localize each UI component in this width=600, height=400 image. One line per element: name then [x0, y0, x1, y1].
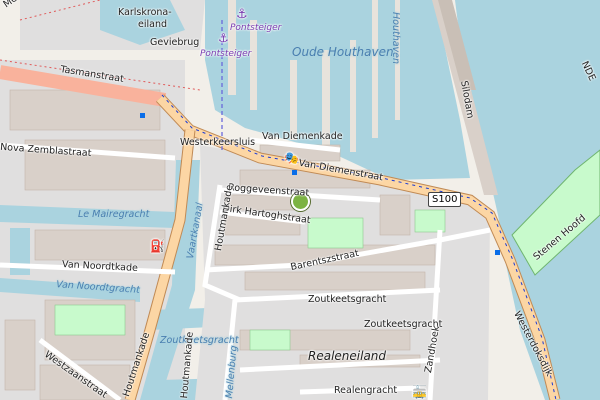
label-westerkeersluis: Westerkeersluis — [180, 137, 256, 148]
label-houthaven: Houthaven — [390, 12, 401, 65]
label-geviebrug: Geviebrug — [150, 37, 200, 48]
label-zoutkeetsgracht-canal: Zoutkeetsgracht — [160, 335, 239, 346]
map-canvas[interactable]: ⚓ ⚓ 🎭 ⛽ 🚋 S100 Meme Karlskrona- eiland G… — [0, 0, 600, 400]
label-karlskrona: Karlskrona- — [118, 7, 172, 18]
label-realeneiland: Realeneiland — [308, 349, 387, 363]
fuel-icon[interactable]: ⛽ — [150, 240, 165, 252]
theatre-icon[interactable]: 🎭 — [284, 152, 299, 164]
label-oude-houthaven: Oude Houthaven — [292, 45, 394, 59]
label-van-diemenkade: Van Diemenkade — [262, 131, 343, 142]
label-le-mairegracht: Le Mairegracht — [78, 209, 150, 220]
label-pontsteiger: Pontsteiger — [200, 49, 252, 59]
ferry-anchor-icon[interactable]: ⚓ — [236, 8, 248, 21]
label-zoutkeetsgracht-street: Zoutkeetsgracht — [308, 294, 387, 305]
label-realengracht: Realengracht — [334, 385, 398, 396]
label-eiland: eiland — [138, 19, 167, 30]
ferry-anchor-icon-2[interactable]: ⚓ — [218, 32, 229, 44]
tram-icon[interactable]: 🚋 — [412, 386, 427, 398]
route-shield: S100 — [428, 192, 462, 207]
label-pontsteiger-top: Pontsteiger — [230, 23, 282, 33]
